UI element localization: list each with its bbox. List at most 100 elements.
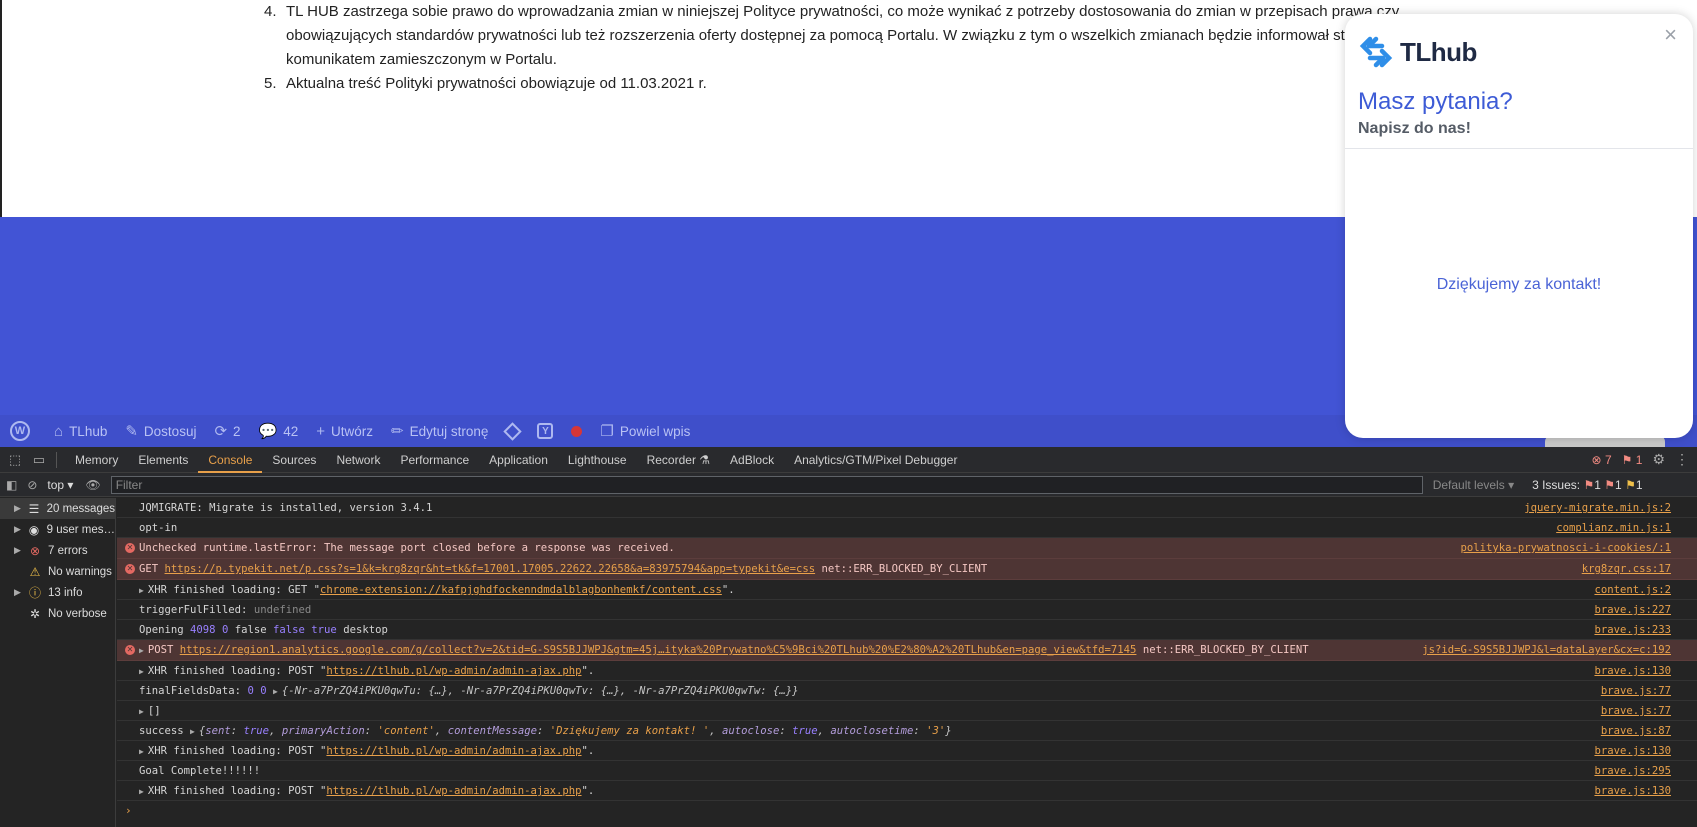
- plugin-menu[interactable]: [503, 421, 523, 441]
- wp-logo-menu[interactable]: W: [10, 421, 36, 441]
- console-row: opt-in complianz.min.js:1: [117, 518, 1697, 538]
- console-message-text: triggerFulFilled:: [139, 604, 248, 616]
- sidebar-item-verbose[interactable]: ✲ No verbose: [0, 603, 115, 624]
- error-count-badge[interactable]: ⊗ 7: [1592, 453, 1612, 467]
- sidebar-item-info[interactable]: ▶ ⓘ 13 info: [0, 582, 115, 603]
- expand-arrow-icon[interactable]: ▶: [139, 707, 144, 716]
- inspect-element-icon[interactable]: ⬚: [6, 451, 24, 469]
- expand-arrow-icon[interactable]: ▶: [139, 646, 144, 655]
- sidebar-toggle-icon[interactable]: ◧: [6, 478, 17, 492]
- tab-analytics-debugger[interactable]: Analytics/GTM/Pixel Debugger: [784, 447, 967, 473]
- console-row: ▶ XHR finished loading: POST "https://tlh…: [117, 661, 1697, 681]
- source-link[interactable]: brave.js:130: [1594, 741, 1671, 760]
- object-preview[interactable]: {sent: true, primaryAction: 'content', c…: [199, 725, 952, 737]
- source-link[interactable]: js?id=G-S9S5BJJWPJ&l=dataLayer&cx=c:192: [1422, 640, 1671, 660]
- expand-arrow-icon[interactable]: ▶: [139, 787, 144, 796]
- chat-close-button[interactable]: ×: [1664, 24, 1677, 46]
- console-prompt[interactable]: ›: [117, 801, 1697, 821]
- settings-gear-icon[interactable]: ⚙: [1652, 451, 1665, 468]
- yoast-menu[interactable]: Y: [537, 423, 554, 439]
- tab-elements[interactable]: Elements: [128, 447, 198, 473]
- source-link[interactable]: brave.js:87: [1601, 721, 1671, 740]
- expand-arrow-icon[interactable]: ▶: [190, 727, 195, 736]
- comments-link[interactable]: 💬 42: [259, 422, 299, 440]
- source-link[interactable]: brave.js:77: [1601, 681, 1671, 700]
- tab-network[interactable]: Network: [326, 447, 390, 473]
- more-options-icon[interactable]: ⋮: [1675, 451, 1689, 468]
- devtools-tabbar-right: ⊗ 7 ⚑ 1 ⚙ ⋮: [1592, 451, 1697, 468]
- console-error-row: ✕ ▶ POST https://region1.analytics.google…: [117, 640, 1697, 661]
- new-content-menu[interactable]: + Utwórz: [316, 423, 373, 440]
- tab-console[interactable]: Console: [198, 447, 263, 473]
- context-selector[interactable]: top ▾: [47, 478, 73, 492]
- log-levels-dropdown[interactable]: Default levels ▾: [1433, 478, 1514, 492]
- source-link[interactable]: brave.js:130: [1594, 661, 1671, 680]
- object-preview[interactable]: {-Nr-a7PrZQ4iPKU0qwTu: {…}, -Nr-a7PrZQ4i…: [282, 685, 799, 697]
- source-link[interactable]: complianz.min.js:1: [1556, 518, 1671, 537]
- refresh-icon: ⟳: [214, 423, 228, 440]
- updates-link[interactable]: ⟳ 2: [214, 422, 240, 440]
- tab-application[interactable]: Application: [479, 447, 558, 473]
- duplicate-post-link[interactable]: ❐ Powiel wpis: [600, 422, 690, 440]
- source-link[interactable]: brave.js:233: [1594, 620, 1671, 639]
- tab-adblock[interactable]: AdBlock: [720, 447, 784, 473]
- web-page: 4. TL HUB zastrzega sobie prawo do wprow…: [0, 0, 1697, 447]
- request-url-link[interactable]: https://region1.analytics.google.com/g/c…: [180, 644, 1137, 656]
- console-row: triggerFulFilled: undefined brave.js:227: [117, 600, 1697, 620]
- sidebar-item-user-messages[interactable]: ▶ ◉ 9 user mes…: [0, 519, 115, 540]
- edit-page-link[interactable]: ✏ Edytuj stronę: [391, 422, 488, 440]
- source-link[interactable]: polityka-prywatnosci-i-cookies/:1: [1461, 538, 1671, 558]
- sidebar-item-errors[interactable]: ▶ ⊗ 7 errors: [0, 540, 115, 561]
- site-name-menu[interactable]: ⌂ TLhub: [54, 423, 107, 440]
- expand-arrow-icon[interactable]: ▶: [14, 587, 26, 598]
- boolean-value: false: [234, 624, 267, 636]
- source-link[interactable]: krg8zqr.css:17: [1582, 559, 1671, 579]
- sidebar-item-warnings[interactable]: ⚠ No warnings: [0, 561, 115, 582]
- console-error-row: ✕ GET https://p.typekit.net/p.css?s=1&k=…: [117, 559, 1697, 580]
- boolean-value: false: [273, 624, 305, 636]
- issue-count-badge[interactable]: ⚑ 1: [1622, 453, 1643, 467]
- expand-arrow-icon[interactable]: ▶: [139, 667, 144, 676]
- tab-recorder[interactable]: Recorder ⚗: [637, 447, 720, 473]
- source-link[interactable]: brave.js:295: [1594, 761, 1671, 780]
- page-left-border: [0, 0, 2, 217]
- object-value: '3': [926, 725, 946, 737]
- expand-arrow-icon[interactable]: ▶: [139, 586, 144, 595]
- expand-arrow-icon[interactable]: ▶: [14, 524, 25, 535]
- expand-arrow-icon[interactable]: ▶: [139, 747, 144, 756]
- tab-performance[interactable]: Performance: [390, 447, 479, 473]
- tab-memory[interactable]: Memory: [65, 447, 128, 473]
- tab-sources[interactable]: Sources: [262, 447, 326, 473]
- source-link[interactable]: brave.js:77: [1601, 701, 1671, 720]
- console-error-row: ✕ Unchecked runtime.lastError: The messa…: [117, 538, 1697, 559]
- issues-counter[interactable]: 3 Issues: ⚑1 ⚑1 ⚑1: [1532, 478, 1642, 492]
- resource-url-link[interactable]: https://tlhub.pl/wp-admin/admin-ajax.php: [326, 665, 581, 677]
- live-expression-eye-icon[interactable]: 👁: [85, 478, 100, 492]
- policy-item-4: 4. TL HUB zastrzega sobie prawo do wprow…: [264, 0, 1424, 72]
- request-url-link[interactable]: https://p.typekit.net/p.css?s=1&k=krg8zq…: [165, 563, 816, 575]
- issue-count-1: 1: [1594, 477, 1601, 492]
- device-toolbar-icon[interactable]: ▭: [30, 451, 48, 469]
- source-link[interactable]: jquery-migrate.min.js:2: [1524, 498, 1671, 517]
- issue-count-3: 1: [1635, 477, 1643, 492]
- customize-link[interactable]: ✎ Dostosuj: [125, 422, 196, 440]
- array-preview[interactable]: []: [148, 705, 161, 717]
- source-link[interactable]: brave.js:130: [1594, 781, 1671, 800]
- source-link[interactable]: brave.js:227: [1594, 600, 1671, 619]
- object-value: true: [792, 725, 818, 737]
- resource-url-link[interactable]: chrome-extension://kafpjghdfockenndmdalb…: [320, 584, 722, 596]
- expand-arrow-icon[interactable]: ▶: [14, 503, 25, 514]
- resource-url-link[interactable]: https://tlhub.pl/wp-admin/admin-ajax.php: [326, 745, 581, 757]
- sidebar-item-messages[interactable]: ▶ ☰ 20 messages: [0, 498, 115, 519]
- expand-arrow-icon[interactable]: ▶: [273, 687, 278, 696]
- warning-icon: ⚠: [29, 564, 41, 579]
- resource-url-link[interactable]: https://tlhub.pl/wp-admin/admin-ajax.php: [326, 785, 581, 797]
- clear-console-icon[interactable]: ⊘: [27, 478, 37, 492]
- expand-arrow-icon[interactable]: ▶: [14, 545, 26, 556]
- console-filter-input[interactable]: [110, 475, 1423, 494]
- source-link[interactable]: content.js:2: [1594, 580, 1671, 599]
- devtools-panel: ⬚ ▭ Memory Elements Console Sources Netw…: [0, 447, 1697, 827]
- tab-lighthouse[interactable]: Lighthouse: [558, 447, 637, 473]
- brand-name: TLhub: [1400, 36, 1477, 67]
- flag-icon: ⚑: [1621, 452, 1633, 467]
